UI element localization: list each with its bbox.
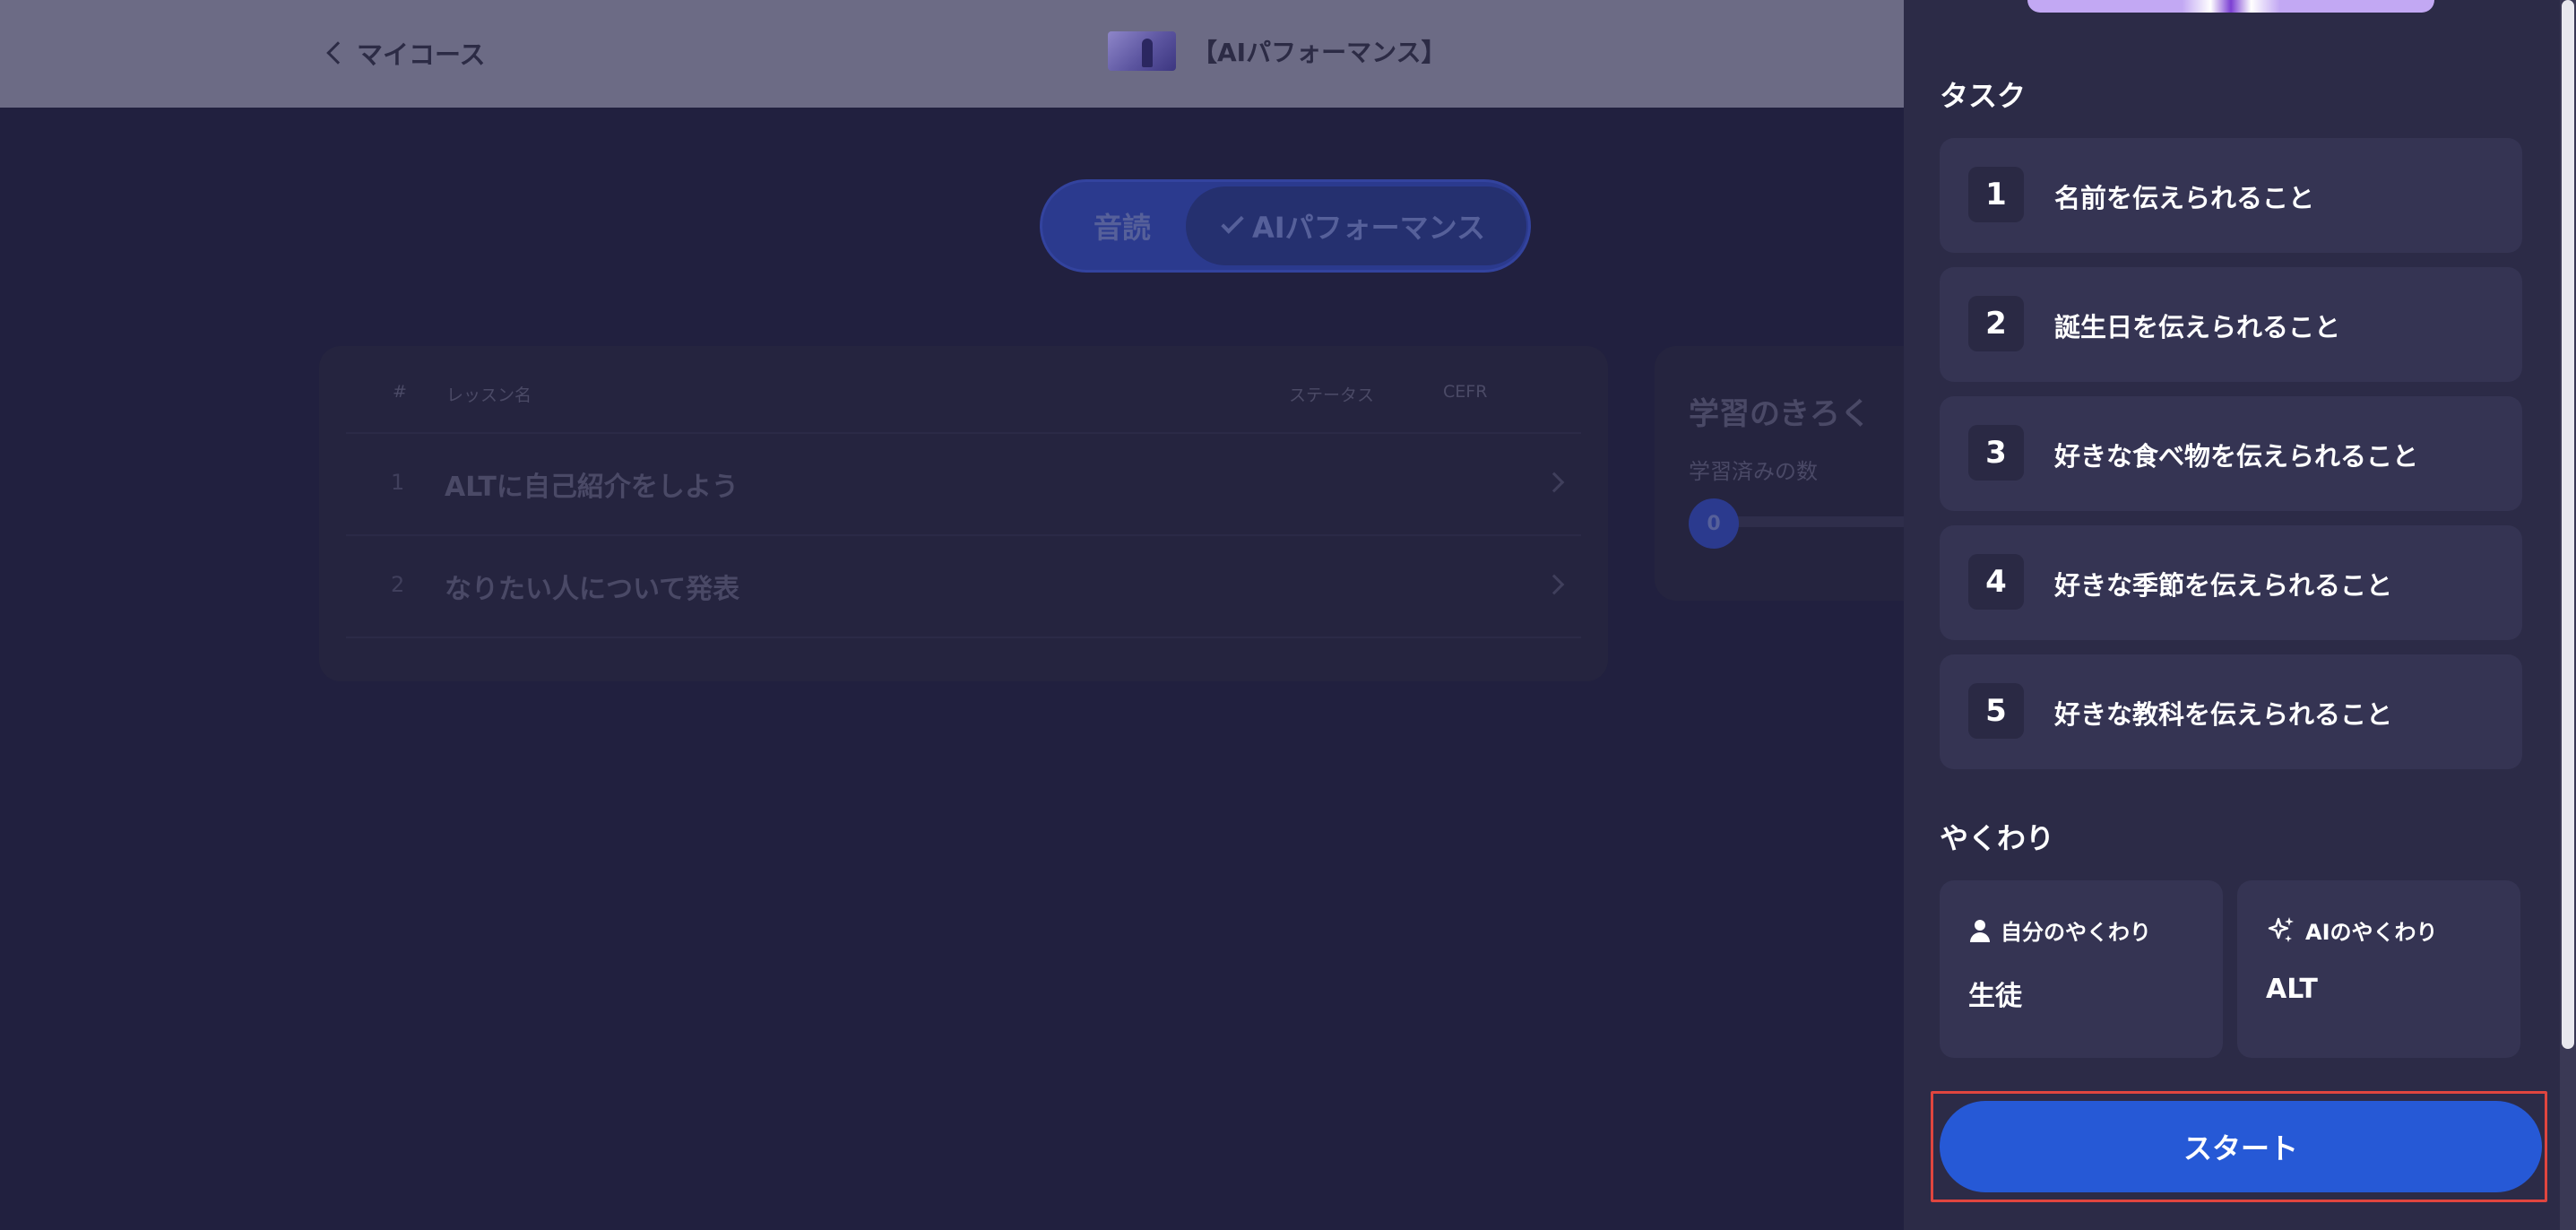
task-item: 2 誕生日を伝えられること — [1940, 267, 2522, 382]
back-link-label: マイコース — [357, 39, 486, 70]
divider — [346, 637, 1581, 638]
task-number: 4 — [1968, 554, 2024, 610]
task-text: 好きな季節を伝えられること — [2054, 570, 2393, 601]
task-item: 4 好きな季節を伝えられること — [1940, 525, 2522, 640]
task-text: 名前を伝えられること — [2054, 183, 2315, 213]
task-text: 好きな教科を伝えられること — [2054, 699, 2393, 730]
start-button[interactable]: スタート — [1940, 1101, 2542, 1192]
col-status: ステータス — [1289, 385, 1375, 405]
task-number: 1 — [1968, 167, 2024, 222]
my-role-card: 自分のやくわり 生徒 — [1940, 880, 2223, 1058]
tab-reading-label: 音読 — [1093, 211, 1151, 245]
person-icon — [1968, 919, 1992, 942]
table-row[interactable]: 2 なりたい人について発表 — [319, 536, 1608, 635]
lesson-hero-image — [2027, 0, 2434, 13]
task-number: 5 — [1968, 683, 2024, 739]
ai-role-label: AIのやくわり — [2305, 920, 2438, 945]
back-to-my-courses-link[interactable]: マイコース — [324, 32, 486, 74]
ai-role-card: AIのやくわり ALT — [2237, 880, 2520, 1058]
progress-count-badge: 0 — [1689, 498, 1739, 549]
task-item: 3 好きな食べ物を伝えられること — [1940, 396, 2522, 511]
my-role-header: 自分のやくわり — [1968, 914, 2151, 946]
record-subtitle: 学習済みの数 — [1689, 459, 1818, 484]
learning-record-card: 学習のきろく 学習済みの数 0 — [1655, 346, 1923, 601]
roles-section-title: やくわり — [1940, 821, 2055, 855]
tasks-section-title: タスク — [1940, 79, 2027, 113]
tab-reading-aloud[interactable]: 音読 — [1042, 205, 1186, 247]
chevron-right-icon — [1543, 472, 1565, 493]
task-item: 1 名前を伝えられること — [1940, 138, 2522, 253]
progress-track — [1708, 516, 1923, 527]
lesson-name: なりたい人について発表 — [445, 574, 740, 605]
sparkle-icon — [2268, 916, 2294, 942]
task-item: 5 好きな教科を伝えられること — [1940, 654, 2522, 769]
ai-role-value: ALT — [2266, 974, 2318, 1005]
col-number: # — [393, 382, 407, 402]
table-header: # レッスン名 ステータス CEFR — [319, 382, 1608, 418]
row-number: 1 — [391, 470, 405, 495]
table-row[interactable]: 1 ALTに自己紹介をしよう — [319, 434, 1608, 533]
course-thumbnail — [1108, 31, 1176, 71]
lesson-table-card: # レッスン名 ステータス CEFR 1 ALTに自己紹介をしよう 2 なりたい… — [319, 346, 1608, 681]
tab-ai-performance[interactable]: AIパフォーマンス — [1186, 186, 1526, 265]
record-title: 学習のきろく — [1689, 396, 1871, 432]
task-text: 好きな食べ物を伝えられること — [2054, 441, 2419, 472]
mode-toggle: 音読 AIパフォーマンス — [1040, 179, 1531, 273]
my-role-value: 生徒 — [1968, 981, 2022, 1012]
chevron-right-icon — [1543, 574, 1565, 595]
task-number: 3 — [1968, 425, 2024, 481]
col-cefr: CEFR — [1443, 382, 1488, 402]
row-number: 2 — [391, 572, 405, 597]
task-number: 2 — [1968, 296, 2024, 351]
course-title-text: 【AIパフォーマンス】 — [1192, 38, 1447, 67]
drawer-scrollbar-thumb[interactable] — [2562, 0, 2574, 1049]
ai-role-header: AIのやくわり — [2266, 914, 2438, 946]
my-role-label: 自分のやくわり — [2001, 920, 2151, 945]
check-icon — [1221, 211, 1244, 234]
chevron-left-icon — [326, 41, 350, 65]
col-lesson-name: レッスン名 — [446, 385, 532, 405]
course-title: 【AIパフォーマンス】 — [1108, 29, 1447, 74]
task-text: 誕生日を伝えられること — [2054, 312, 2341, 342]
lesson-name: ALTに自己紹介をしよう — [445, 472, 739, 503]
tab-ai-label: AIパフォーマンス — [1251, 211, 1486, 245]
